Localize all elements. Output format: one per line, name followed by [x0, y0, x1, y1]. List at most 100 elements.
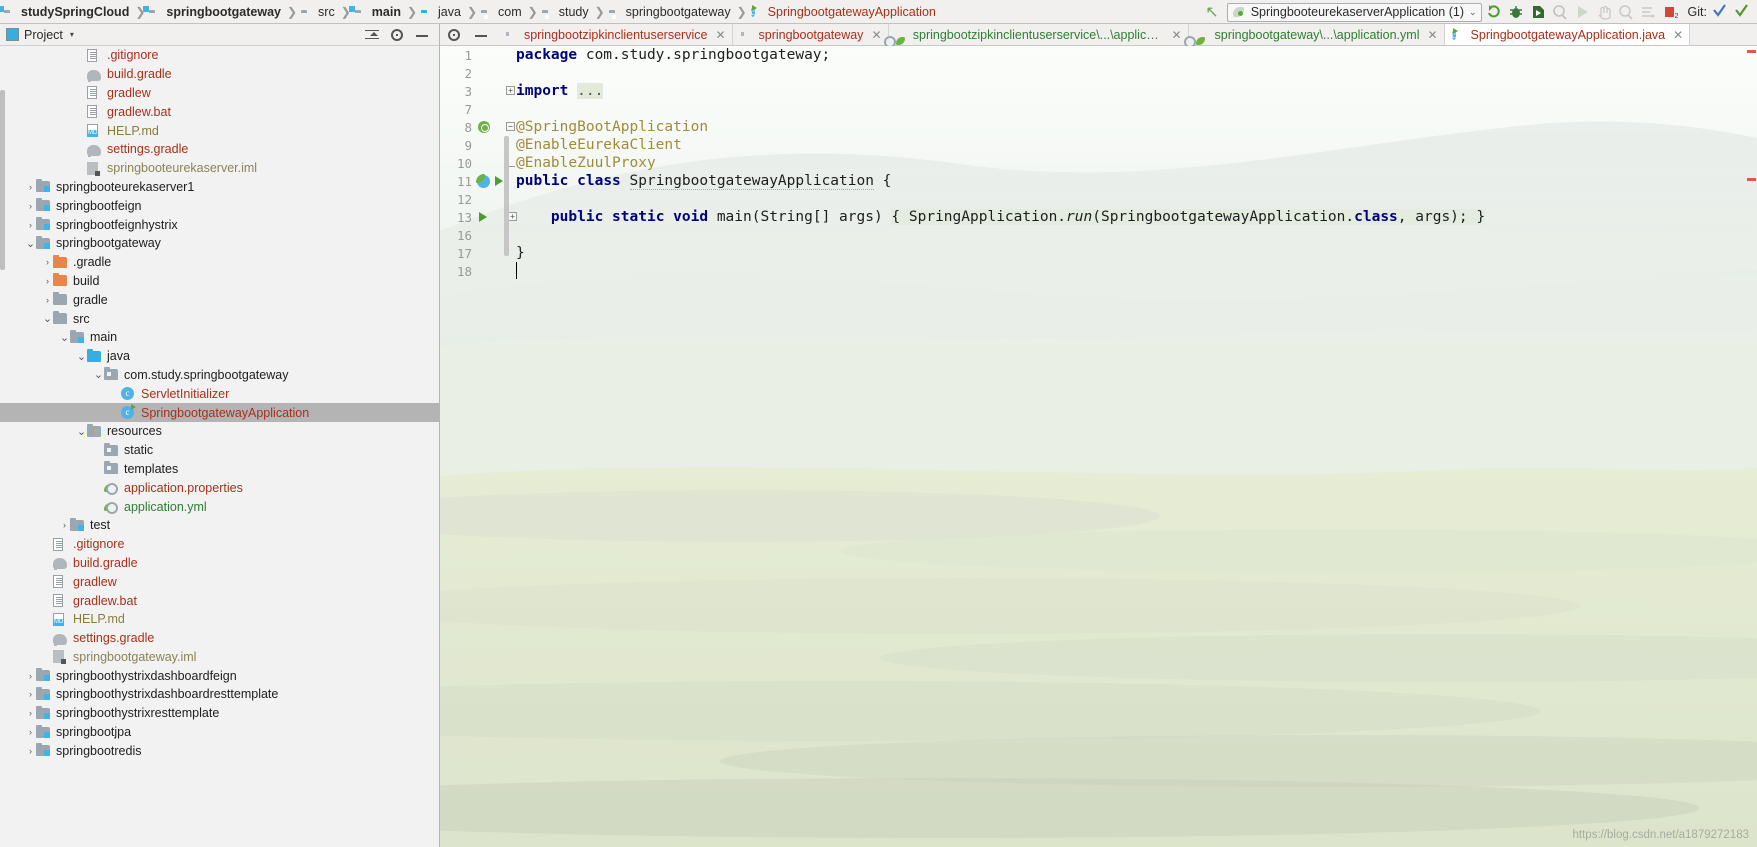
editor-scrollbar[interactable] [504, 136, 509, 256]
chevron-down-icon[interactable]: ⌄ [1469, 7, 1477, 18]
stop-process-icon[interactable]: 2 [1660, 2, 1680, 22]
tree-item[interactable]: › springbootredis [0, 741, 439, 760]
breadcrumb-item-springbootgateway[interactable]: springbootgateway [147, 0, 285, 24]
editor-gutter[interactable]: 1 2 3 7 8 9 10 11 12 13 16 17 18 [440, 46, 511, 847]
fold-expand-icon[interactable]: + [508, 212, 517, 221]
tree-item[interactable]: ⌄ springbootgateway [0, 234, 439, 253]
gutter-markers[interactable] [472, 121, 510, 133]
tree-item[interactable]: ›gradlew.bat [0, 591, 439, 610]
error-stripe-marker[interactable] [1747, 50, 1756, 53]
tree-item[interactable]: ›.gitignore [0, 535, 439, 554]
tree-item[interactable]: ›HELP.md [0, 610, 439, 629]
tree-item[interactable]: ›build.gradle [0, 554, 439, 573]
tree-item[interactable]: › springboothystrixdashboardresttemplate [0, 685, 439, 704]
breadcrumb-item-main[interactable]: main [353, 0, 405, 24]
tree-item[interactable]: › springboothystrixresttemplate [0, 704, 439, 723]
chevron-right-icon[interactable]: › [25, 671, 36, 681]
editor-tab[interactable]: springbootgateway\...\application.yml ✕ [1189, 24, 1445, 45]
chevron-down-icon[interactable]: ⌄ [59, 331, 70, 344]
tree-item[interactable]: › springboothystrixdashboardfeign [0, 666, 439, 685]
tree-item[interactable]: ›application.properties [0, 478, 439, 497]
close-icon[interactable]: ✕ [871, 28, 881, 42]
tree-item[interactable]: ›springbootgateway.iml [0, 648, 439, 667]
tree-item[interactable]: ›gradlew [0, 84, 439, 103]
tree-item[interactable]: › gradle [0, 290, 439, 309]
tree-item[interactable]: › build [0, 272, 439, 291]
stop-icon[interactable] [1594, 2, 1614, 22]
navigate-back-icon[interactable]: ↖ [1205, 2, 1218, 22]
breadcrumb-item-studyspringcloud[interactable]: studySpringCloud [2, 0, 133, 24]
chevron-right-icon[interactable]: › [42, 295, 53, 305]
tree-item[interactable]: ›cServletInitializer [0, 384, 439, 403]
breadcrumb-item-springbootgatewayapplication[interactable]: c SpringbootgatewayApplication [749, 0, 940, 24]
run-configuration-selector[interactable]: SpringbooteurekaserverApplication (1) ⌄ [1226, 2, 1482, 22]
close-icon[interactable]: ✕ [1171, 28, 1181, 42]
breadcrumb-item-com[interactable]: com [479, 0, 526, 24]
tree-item[interactable]: ⌄ main [0, 328, 439, 347]
hide-icon[interactable] [415, 28, 429, 42]
tree-item[interactable]: ›gradlew.bat [0, 102, 439, 121]
breadcrumb-item-java[interactable]: java [419, 0, 465, 24]
spring-bean-gutter-icon[interactable] [478, 121, 490, 133]
rerun-icon[interactable] [1484, 2, 1504, 22]
tree-item[interactable]: ›build.gradle [0, 65, 439, 84]
gear-icon[interactable] [391, 28, 403, 41]
hide-editor-icon[interactable] [474, 28, 488, 42]
tree-item[interactable]: ›settings.gradle [0, 629, 439, 648]
chevron-down-icon[interactable]: ⌄ [76, 425, 87, 438]
chevron-down-icon[interactable]: ⌄ [42, 312, 53, 325]
breadcrumb-item-study[interactable]: study [540, 0, 593, 24]
editor-code[interactable]: package com.study.springbootgateway; + imp… [506, 46, 1757, 847]
chevron-right-icon[interactable]: › [25, 201, 36, 211]
breadcrumb-item-springbootgateway[interactable]: springbootgateway [607, 0, 735, 24]
tree-item[interactable]: ⌄ com.study.springbootgateway [0, 366, 439, 385]
editor-marker-column[interactable] [1745, 46, 1757, 847]
tree-item[interactable]: ›static [0, 441, 439, 460]
code-editor[interactable]: 1 2 3 7 8 9 10 11 12 13 16 17 18 package com.study.s… [440, 46, 1757, 847]
chevron-right-icon[interactable]: › [25, 727, 36, 737]
editor-tab[interactable]: springbootzipkinclientuserservice\...\ap… [889, 24, 1189, 45]
profile-icon[interactable] [1550, 2, 1570, 22]
fold-region-end-icon[interactable] [508, 160, 515, 167]
project-tree[interactable]: ›.gitignore›build.gradle›gradlew›gradlew… [0, 46, 439, 847]
chevron-right-icon[interactable]: › [42, 276, 53, 286]
run-with-coverage-icon[interactable] [1528, 2, 1548, 22]
close-icon[interactable]: ✕ [1427, 28, 1437, 42]
tree-item[interactable]: ›settings.gradle [0, 140, 439, 159]
tree-item[interactable]: › springbootfeignhystrix [0, 215, 439, 234]
attach-debugger-icon[interactable] [1616, 2, 1636, 22]
chevron-down-icon[interactable]: ⌄ [93, 368, 104, 381]
close-icon[interactable]: ✕ [715, 28, 725, 42]
tree-item[interactable]: ›.gitignore [0, 46, 439, 65]
tree-item[interactable]: ›HELP.md [0, 121, 439, 140]
settings-gear-icon[interactable] [448, 28, 460, 41]
editor-tab[interactable]: c SpringbootgatewayApplication.java ✕ [1444, 24, 1691, 45]
tree-item[interactable]: ›templates [0, 460, 439, 479]
chevron-right-icon[interactable]: › [25, 708, 36, 718]
run-gutter-icon[interactable] [479, 212, 487, 222]
breadcrumb-item-src[interactable]: src [299, 0, 339, 24]
fold-expand-icon[interactable]: + [506, 86, 515, 95]
chevron-right-icon[interactable]: › [25, 689, 36, 699]
chevron-right-icon[interactable]: › [25, 182, 36, 192]
collapse-all-icon[interactable] [365, 28, 379, 42]
run-icon[interactable] [1572, 2, 1592, 22]
tree-item[interactable]: ›application.yml [0, 497, 439, 516]
close-icon[interactable]: ✕ [1673, 28, 1683, 42]
show-console-icon[interactable] [1638, 2, 1658, 22]
tree-item[interactable]: ⌄ resources [0, 422, 439, 441]
tree-item[interactable]: › springbooteurekaserver1 [0, 178, 439, 197]
editor-tab[interactable]: springbootgateway ✕ [733, 24, 889, 45]
tree-item[interactable]: ›gradlew [0, 572, 439, 591]
tree-item[interactable]: ⌄ java [0, 347, 439, 366]
tree-item[interactable]: › test [0, 516, 439, 535]
update-project-icon[interactable] [1711, 2, 1731, 22]
chevron-down-icon[interactable]: ⌄ [76, 350, 87, 363]
commit-icon[interactable] [1733, 2, 1753, 22]
fold-collapse-icon[interactable]: − [506, 122, 515, 131]
chevron-down-icon[interactable]: ⌄ [25, 237, 36, 250]
tree-item[interactable]: › .gradle [0, 253, 439, 272]
chevron-right-icon[interactable]: › [25, 746, 36, 756]
tree-item[interactable]: › springbootjpa [0, 723, 439, 742]
tree-item[interactable]: › springbootfeign [0, 196, 439, 215]
